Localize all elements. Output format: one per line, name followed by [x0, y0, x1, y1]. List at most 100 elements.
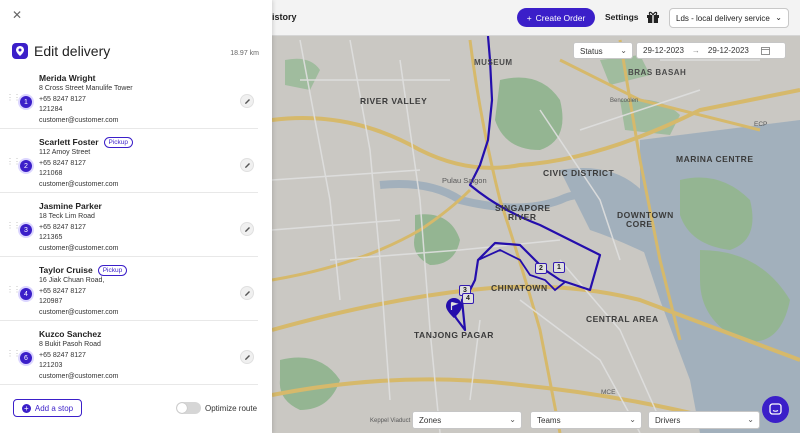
edit-stop-button[interactable]: [240, 158, 254, 172]
drag-handle-icon[interactable]: ⋮⋮: [6, 158, 21, 166]
route-distance: 18.97 km: [230, 50, 259, 57]
chevron-down-icon: ⌄: [775, 13, 782, 22]
stop-item[interactable]: ⋮⋮ 2 Scarlett Foster Pickup 112 Amoy Str…: [0, 136, 258, 193]
history-link[interactable]: istory: [272, 12, 297, 22]
edit-stop-button[interactable]: [240, 286, 254, 300]
stop-postal: 121284: [39, 106, 63, 113]
map-stop-marker[interactable]: 1: [553, 262, 565, 273]
map-label-bencoolen: Bencoolen: [610, 98, 639, 104]
zones-select-value: Zones: [419, 416, 442, 425]
stop-info: Taylor Cruise Pickup 16 Jiak Chuan Road,…: [39, 264, 128, 318]
stop-number-badge: 3: [20, 224, 32, 236]
top-bar: istory + Create Order Settings Lds - loc…: [272, 0, 800, 36]
stop-phone: +65 8247 8127: [39, 287, 86, 295]
map-label-marina-centre: MARINA CENTRE: [676, 154, 754, 164]
location-pin-icon: [12, 43, 28, 59]
status-select-value: Status: [580, 47, 603, 56]
date-range-picker[interactable]: 29-12-2023 → 29-12-2023: [636, 42, 786, 59]
customer-name: Kuzco Sanchez: [39, 329, 102, 339]
store-select[interactable]: Lds - local delivery service ⌄: [669, 8, 789, 28]
drag-handle-icon[interactable]: ⋮⋮: [6, 286, 21, 294]
date-from: 29-12-2023: [643, 46, 684, 55]
gift-icon[interactable]: [646, 10, 660, 24]
drivers-select-value: Drivers: [655, 416, 681, 425]
stop-phone: +65 8247 8127: [39, 95, 86, 103]
chevron-down-icon: ⌄: [509, 415, 516, 424]
map-label-core: CORE: [626, 219, 653, 229]
stop-postal: 121068: [39, 170, 63, 177]
map-label-keppel-viaduct: Keppel Viaduct: [370, 418, 411, 424]
chat-button[interactable]: [762, 396, 789, 423]
map-label-bras-basah: BRAS BASAH: [628, 68, 687, 77]
add-stop-button[interactable]: + Add a stop: [13, 399, 82, 417]
drivers-select[interactable]: Drivers ⌄: [648, 411, 760, 429]
pencil-icon: [244, 290, 250, 296]
optimize-route-toggle[interactable]: [176, 402, 201, 414]
edit-stop-button[interactable]: [240, 350, 254, 364]
chevron-down-icon: ⌄: [620, 46, 627, 55]
stop-item[interactable]: ⋮⋮ 3 Jasmine Parker 18 Teck Lim Road +65…: [0, 200, 258, 257]
panel-header: Edit delivery: [12, 43, 110, 59]
map-label-museum: MUSEUM: [474, 58, 513, 67]
drag-handle-icon[interactable]: ⋮⋮: [6, 222, 21, 230]
stop-email: customer@customer.com: [39, 372, 119, 380]
map-stop-marker[interactable]: 4: [462, 293, 474, 304]
stop-email: customer@customer.com: [39, 116, 119, 124]
customer-name: Taylor Cruise: [39, 265, 93, 275]
stop-info: Kuzco Sanchez 8 Bukit Pasoh Road +65 824…: [39, 328, 118, 382]
stop-number-badge: 6: [20, 352, 32, 364]
chat-icon: [769, 403, 782, 415]
pickup-badge: Pickup: [103, 136, 134, 148]
edit-delivery-panel: ✕ Edit delivery 18.97 km ⋮⋮ 1 Merida Wri…: [0, 0, 272, 433]
stop-address: 16 Jiak Chuan Road,: [39, 277, 105, 284]
stop-item[interactable]: ⋮⋮ 1 Merida Wright 8 Cross Street Manuli…: [0, 72, 258, 129]
map-label-chinatown: CHINATOWN: [491, 283, 548, 293]
drag-handle-icon[interactable]: ⋮⋮: [6, 350, 21, 358]
stop-address: 18 Teck Lim Road: [39, 213, 95, 220]
stop-phone: +65 8247 8127: [39, 351, 86, 359]
create-order-button[interactable]: + Create Order: [517, 8, 595, 27]
drag-handle-icon[interactable]: ⋮⋮: [6, 94, 21, 102]
pencil-icon: [244, 162, 250, 168]
teams-select[interactable]: Teams ⌄: [530, 411, 642, 429]
map-label-central-area: CENTRAL AREA: [586, 314, 659, 324]
edit-stop-button[interactable]: [240, 94, 254, 108]
stop-address: 112 Amoy Street: [39, 149, 91, 156]
close-icon[interactable]: ✕: [12, 8, 22, 22]
stop-email: customer@customer.com: [39, 180, 119, 188]
pencil-icon: [244, 226, 250, 232]
map-label-mce: MCE: [601, 389, 616, 396]
pencil-icon: [244, 98, 250, 104]
customer-name: Merida Wright: [39, 73, 96, 83]
flag-pin-icon[interactable]: [446, 298, 462, 318]
page-title: Edit delivery: [34, 43, 111, 59]
toggle-knob: [177, 403, 187, 413]
zones-select[interactable]: Zones ⌄: [412, 411, 522, 429]
chevron-down-icon: ⌄: [629, 415, 636, 424]
map-label-pulau-saigon: Pulau Saigon: [442, 176, 487, 185]
stop-item[interactable]: ⋮⋮ 6 Kuzco Sanchez 8 Bukit Pasoh Road +6…: [0, 328, 258, 385]
pickup-badge: Pickup: [97, 264, 128, 276]
create-order-label: Create Order: [535, 12, 586, 23]
stop-info: Merida Wright 8 Cross Street Manulife To…: [39, 72, 133, 126]
stop-item[interactable]: ⋮⋮ 4 Taylor Cruise Pickup 16 Jiak Chuan …: [0, 264, 258, 321]
map-stop-marker[interactable]: 2: [535, 263, 547, 274]
stop-email: customer@customer.com: [39, 244, 119, 252]
calendar-icon: [760, 47, 770, 55]
stop-phone: +65 8247 8127: [39, 223, 86, 231]
pencil-icon: [244, 354, 250, 360]
settings-link[interactable]: Settings: [605, 12, 639, 22]
status-select[interactable]: Status ⌄: [573, 42, 633, 59]
stop-number-badge: 2: [20, 160, 32, 172]
date-to: 29-12-2023: [707, 46, 749, 55]
arrow-right-icon: →: [691, 46, 700, 55]
stop-address: 8 Bukit Pasoh Road: [39, 341, 101, 348]
optimize-route-label: Optimize route: [205, 404, 258, 413]
map-label-river-valley: RIVER VALLEY: [360, 96, 428, 106]
edit-stop-button[interactable]: [240, 222, 254, 236]
stop-phone: +65 8247 8127: [39, 159, 86, 167]
map-label-tanjong-pagar: TANJONG PAGAR: [414, 330, 494, 340]
teams-select-value: Teams: [537, 416, 561, 425]
stop-number-badge: 4: [20, 288, 32, 300]
map-label-ecp: ECP: [754, 121, 768, 128]
